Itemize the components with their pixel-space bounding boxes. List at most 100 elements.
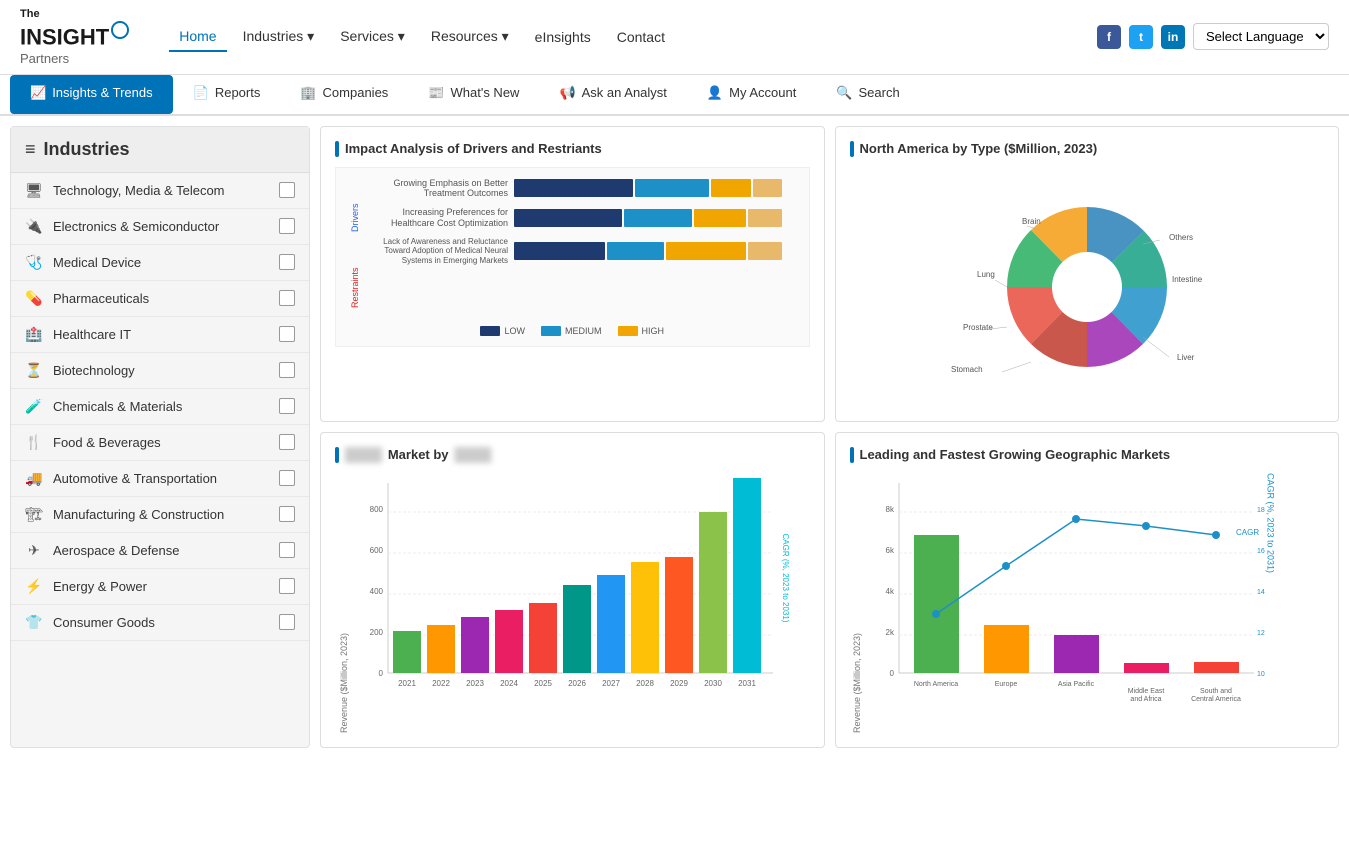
pharmaceuticals-icon: 💊 (25, 290, 43, 307)
nav-home[interactable]: Home (169, 22, 226, 52)
svg-text:800: 800 (370, 505, 384, 514)
medical-device-checkbox[interactable] (279, 254, 295, 270)
aerospace-icon: ✈ (25, 542, 43, 559)
healthcare-it-icon: 🏥 (25, 326, 43, 343)
subnav-ask-analyst[interactable]: 📢 Ask an Analyst (539, 75, 686, 114)
svg-text:2030: 2030 (704, 679, 722, 688)
restraint1-label: Lack of Awareness and Reluctance Toward … (368, 237, 508, 266)
sidebar-item-pharmaceuticals[interactable]: 💊 Pharmaceuticals (11, 281, 309, 317)
manufacturing-checkbox[interactable] (279, 506, 295, 522)
sidebar-item-manufacturing[interactable]: 🏗 Manufacturing & Construction (11, 497, 309, 533)
medical-device-icon: 🩺 (25, 254, 43, 271)
main-header: The INSIGHT Partners Home Industries ▾ S… (0, 0, 1349, 75)
subnav-companies[interactable]: 🏢 Companies (280, 75, 408, 114)
svg-text:2025: 2025 (534, 679, 552, 688)
market-bar-svg: 0 200 400 600 800 (353, 473, 793, 713)
companies-icon: 🏢 (300, 85, 316, 101)
consumer-icon: 👕 (25, 614, 43, 631)
nav-einsights[interactable]: eInsights (525, 23, 601, 51)
restraints-label: Restraints (346, 258, 364, 318)
svg-text:2024: 2024 (500, 679, 518, 688)
sidebar-item-automotive[interactable]: 🚚 Automotive & Transportation (11, 461, 309, 497)
logo-partners-text: Partners (20, 51, 129, 66)
energy-checkbox[interactable] (279, 578, 295, 594)
sidebar-item-consumer[interactable]: 👕 Consumer Goods (11, 605, 309, 641)
driver1-bars (514, 179, 799, 197)
logo[interactable]: The INSIGHT Partners (20, 8, 129, 66)
energy-icon: ⚡ (25, 578, 43, 595)
svg-text:Middle East: Middle East (1127, 688, 1164, 695)
linkedin-icon[interactable]: in (1161, 25, 1185, 49)
sidebar-item-aerospace[interactable]: ✈ Aerospace & Defense (11, 533, 309, 569)
svg-text:6k: 6k (885, 546, 894, 555)
geo-cagr-axis-label: CAGR (%, 2023 to 2031) (1264, 473, 1278, 733)
pharmaceuticals-checkbox[interactable] (279, 290, 295, 306)
driver2-bars (514, 209, 799, 227)
market-by-title: ████ Market by ████ (335, 447, 810, 463)
sidebar-item-electronics[interactable]: 🔌 Electronics & Semiconductor (11, 209, 309, 245)
title-bar-accent (335, 141, 339, 157)
healthcare-it-checkbox[interactable] (279, 326, 295, 342)
north-america-title: North America by Type ($Million, 2023) (850, 141, 1325, 157)
svg-text:8k: 8k (885, 505, 894, 514)
subnav-search[interactable]: 🔍 Search (816, 75, 919, 114)
aerospace-checkbox[interactable] (279, 542, 295, 558)
sidebar-item-food[interactable]: 🍴 Food & Beverages (11, 425, 309, 461)
nav-industries[interactable]: Industries ▾ (233, 22, 325, 51)
automotive-checkbox[interactable] (279, 470, 295, 486)
svg-text:2023: 2023 (466, 679, 484, 688)
reports-icon: 📄 (193, 85, 209, 101)
impact-chart-title: Impact Analysis of Drivers and Restriant… (335, 141, 810, 157)
technology-checkbox[interactable] (279, 182, 295, 198)
automotive-icon: 🚚 (25, 470, 43, 487)
subnav-whats-new[interactable]: 📰 What's New (408, 75, 539, 114)
pie-chart-svg: Others Brain Lung Prostate Stomach Liver… (927, 172, 1247, 402)
chemicals-icon: 🧪 (25, 398, 43, 415)
sidebar-title: ≡ Industries (11, 127, 309, 173)
svg-text:2031: 2031 (738, 679, 756, 688)
logo-circle (111, 21, 129, 39)
svg-text:2027: 2027 (602, 679, 620, 688)
twitter-icon[interactable]: t (1129, 25, 1153, 49)
manufacturing-icon: 🏗 (25, 506, 43, 523)
svg-text:2028: 2028 (636, 679, 654, 688)
subnav-my-account[interactable]: 👤 My Account (687, 75, 816, 114)
pie-label-brain: Brain (1022, 217, 1041, 226)
electronics-checkbox[interactable] (279, 218, 295, 234)
industries-list-icon: ≡ (25, 139, 36, 160)
svg-text:CAGR (%, 2023 to 2031): CAGR (%, 2023 to 2031) (781, 533, 790, 622)
geo-y-axis-label: Revenue ($Million, 2023) (850, 473, 864, 733)
nav-contact[interactable]: Contact (607, 23, 675, 51)
sidebar-item-technology[interactable]: 🖥 Technology, Media & Telecom (11, 173, 309, 209)
chemicals-checkbox[interactable] (279, 398, 295, 414)
driver1-label: Growing Emphasis on Better Treatment Out… (368, 178, 508, 200)
insights-icon: 📈 (30, 85, 46, 101)
logo-insight-text: INSIGHT (20, 25, 109, 50)
restraint1-bars (514, 242, 799, 260)
biotechnology-checkbox[interactable] (279, 362, 295, 378)
svg-text:CAGR: CAGR (1236, 528, 1259, 537)
ask-analyst-icon: 📢 (559, 85, 575, 101)
language-select[interactable]: Select Language (1193, 23, 1329, 50)
consumer-checkbox[interactable] (279, 614, 295, 630)
sidebar-item-biotechnology[interactable]: ⏳ Biotechnology (11, 353, 309, 389)
market-y-axis-label: Revenue ($Million, 2023) (335, 473, 353, 733)
facebook-icon[interactable]: f (1097, 25, 1121, 49)
svg-text:2026: 2026 (568, 679, 586, 688)
svg-text:2022: 2022 (432, 679, 450, 688)
nav-resources[interactable]: Resources ▾ (421, 22, 519, 51)
subnav-reports[interactable]: 📄 Reports (173, 75, 281, 114)
title-bar-accent4 (850, 447, 854, 463)
sidebar-item-medical-device[interactable]: 🩺 Medical Device (11, 245, 309, 281)
subnav-insights[interactable]: 📈 Insights & Trends (10, 75, 173, 114)
sidebar-item-healthcare-it[interactable]: 🏥 Healthcare IT (11, 317, 309, 353)
nav-services[interactable]: Services ▾ (330, 22, 415, 51)
market-bar-chart: Revenue ($Million, 2023) 0 200 400 600 8… (335, 473, 810, 733)
sidebar-item-energy[interactable]: ⚡ Energy & Power (11, 569, 309, 605)
geo-title: Leading and Fastest Growing Geographic M… (850, 447, 1325, 463)
geo-chart-container: Revenue ($Million, 2023) 0 2k 4k 6k 8k (850, 473, 1325, 733)
food-checkbox[interactable] (279, 434, 295, 450)
sidebar-item-chemicals[interactable]: 🧪 Chemicals & Materials (11, 389, 309, 425)
svg-text:2029: 2029 (670, 679, 688, 688)
biotechnology-icon: ⏳ (25, 362, 43, 379)
